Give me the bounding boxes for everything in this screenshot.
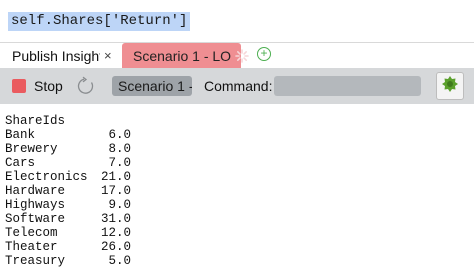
row-name: Software xyxy=(5,212,66,226)
refresh-icon[interactable] xyxy=(76,76,96,96)
row-value: 21.0 xyxy=(100,170,131,184)
toolbar: Stop Scenario 1 - Command: xyxy=(0,68,474,104)
row-value: 5.0 xyxy=(108,254,131,268)
table-row: Electronics 21.0 xyxy=(5,170,145,184)
row-name: Treasury xyxy=(5,254,66,268)
table-row: Bank 6.0 xyxy=(5,128,145,142)
tab-scenario-active[interactable]: Scenario 1 - LO xyxy=(122,43,249,68)
tab-bar: Publish Insight a × Scenario 1 - LO xyxy=(0,43,474,68)
table-row: Telecom 12.0 xyxy=(5,226,145,240)
table-row: Treasury 5.0 xyxy=(5,254,145,268)
row-value: 7.0 xyxy=(108,156,131,170)
row-name: Telecom xyxy=(5,226,58,240)
code-editor[interactable]: self.Shares['Return'] xyxy=(0,0,474,43)
tab-publish-insight[interactable]: Publish Insight a × xyxy=(0,43,120,68)
run-button[interactable] xyxy=(436,72,464,100)
table-row: Highways 9.0 xyxy=(5,198,145,212)
row-name: Electronics xyxy=(5,170,88,184)
row-name: Brewery xyxy=(5,142,58,156)
row-value: 12.0 xyxy=(100,226,131,240)
command-input[interactable] xyxy=(274,76,421,96)
stop-icon[interactable] xyxy=(12,79,26,93)
table-row: Cars 7.0 xyxy=(5,156,145,170)
scenario-select[interactable]: Scenario 1 - xyxy=(112,76,192,96)
row-value: 26.0 xyxy=(100,240,131,254)
stop-button[interactable]: Stop xyxy=(34,78,63,94)
row-name: Theater xyxy=(5,240,58,254)
spinner-icon xyxy=(235,48,249,63)
row-value: 17.0 xyxy=(100,184,131,198)
table-row: Theater 26.0 xyxy=(5,240,145,254)
row-name: Bank xyxy=(5,128,36,142)
row-value: 6.0 xyxy=(108,128,131,142)
row-value: 8.0 xyxy=(108,142,131,156)
code-text[interactable]: self.Shares['Return'] xyxy=(8,12,191,31)
row-name: Cars xyxy=(5,156,36,170)
tab-label: Scenario 1 - LO xyxy=(133,47,232,64)
row-name: Hardware xyxy=(5,184,66,198)
add-tab-icon[interactable]: + xyxy=(257,47,271,61)
close-icon[interactable]: × xyxy=(104,48,112,63)
tab-label: Publish Insight a xyxy=(12,47,100,64)
row-value: 31.0 xyxy=(100,212,131,226)
output-panel: ShareIds Bank 6.0 Brewery 8.0 Cars 7.0 E… xyxy=(0,104,474,275)
table-row: Brewery 8.0 xyxy=(5,142,145,156)
command-label: Command: xyxy=(204,78,273,94)
row-value: 9.0 xyxy=(108,198,131,212)
table-row: Software 31.0 xyxy=(5,212,145,226)
index-name: ShareIds xyxy=(5,114,66,128)
row-name: Highways xyxy=(5,198,66,212)
table-row: Hardware 17.0 xyxy=(5,184,145,198)
run-icon xyxy=(440,74,460,99)
